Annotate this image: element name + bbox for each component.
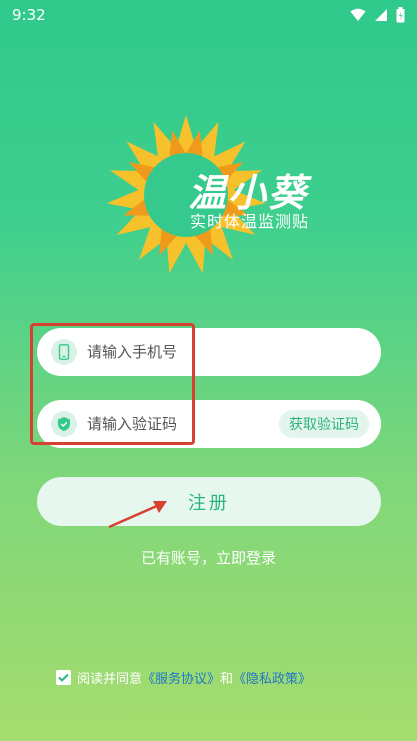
agreement-row: 阅读并同意 《服务协议》 和 《隐私政策》 <box>56 668 311 687</box>
status-icons <box>350 7 405 23</box>
app-subtitle: 实时体温监测贴 <box>190 212 310 231</box>
annotation-arrow-icon <box>108 501 167 529</box>
agreement-prefix: 阅读并同意 <box>77 672 143 687</box>
register-button[interactable]: 注册 <box>37 477 381 526</box>
status-time: 9:32 <box>12 6 46 24</box>
signal-icon <box>375 9 387 21</box>
privacy-policy-link[interactable]: 《隐私政策》 <box>233 668 311 687</box>
status-bar: 9:32 <box>0 0 417 30</box>
wifi-icon <box>350 8 366 21</box>
login-link[interactable]: 已有账号，立即登录 <box>0 547 417 568</box>
check-icon <box>58 673 69 682</box>
battery-icon <box>396 7 405 23</box>
agreement-and: 和 <box>220 672 234 687</box>
service-agreement-link[interactable]: 《服务协议》 <box>142 668 220 687</box>
agree-checkbox[interactable] <box>56 670 71 685</box>
get-code-button[interactable]: 获取验证码 <box>279 410 369 438</box>
annotation-highlight-box <box>30 323 195 445</box>
app-logo: 温小葵 实时体温监测贴 <box>108 110 318 280</box>
